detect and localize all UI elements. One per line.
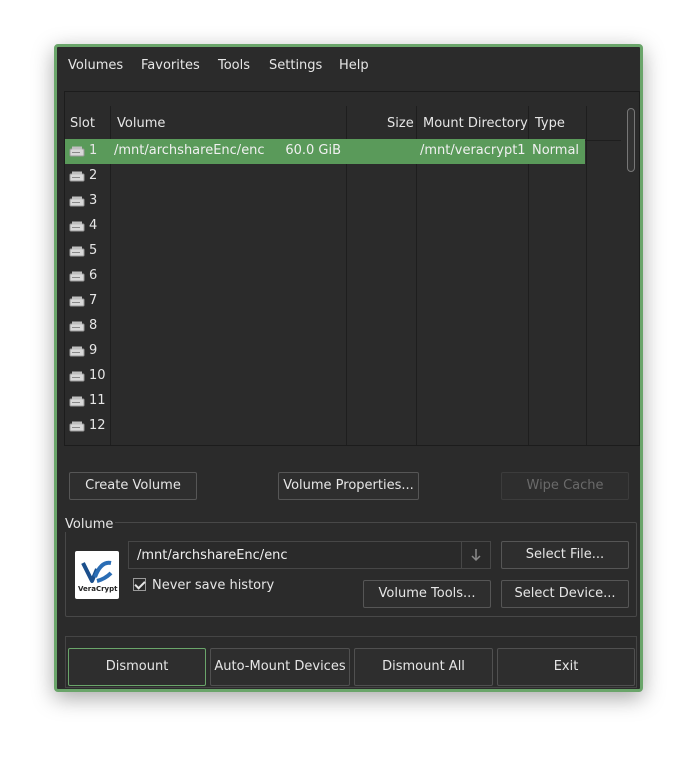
cell-type: Normal [532, 143, 580, 158]
drive-icon [69, 321, 85, 332]
slot-row[interactable]: 6 [65, 264, 585, 289]
header-type[interactable]: Type [535, 116, 565, 131]
slot-number: 6 [89, 268, 98, 283]
slot-number: 7 [89, 293, 98, 308]
select-file-button[interactable]: Select File... [501, 541, 629, 569]
drive-icon [69, 421, 85, 432]
drive-icon [69, 221, 85, 232]
slot-row[interactable]: 1/mnt/archshareEnc/enc 60.0 GiB/mnt/verac… [65, 139, 585, 164]
slot-number: 2 [89, 168, 98, 183]
slot-number: 9 [89, 343, 98, 358]
menu-volumes[interactable]: Volumes [68, 58, 123, 73]
slot-row[interactable]: 12 [65, 414, 585, 439]
slot-number: 10 [89, 368, 106, 383]
volume-tools-button[interactable]: Volume Tools... [363, 580, 491, 608]
menu-tools[interactable]: Tools [218, 58, 250, 73]
volume-group-label: Volume [65, 517, 116, 532]
slot-number: 4 [89, 218, 98, 233]
create-volume-button[interactable]: Create Volume [69, 472, 197, 500]
volume-path-value: /mnt/archshareEnc/enc [137, 548, 288, 563]
slot-number: 12 [89, 418, 106, 433]
cell-mount-dir: /mnt/veracrypt1 [420, 143, 526, 158]
menu-settings[interactable]: Settings [269, 58, 322, 73]
drive-icon [69, 371, 85, 382]
drive-icon [69, 146, 85, 157]
slot-row[interactable]: 9 [65, 339, 585, 364]
cell-size: 60.0 GiB [285, 143, 341, 158]
dismount-button[interactable]: Dismount [68, 648, 206, 686]
slot-row[interactable]: 3 [65, 189, 585, 214]
slot-number: 11 [89, 393, 106, 408]
column-separator [586, 106, 587, 445]
auto-mount-devices-button[interactable]: Auto-Mount Devices [210, 648, 350, 686]
header-mount-directory[interactable]: Mount Directory [423, 116, 528, 131]
slot-number: 8 [89, 318, 98, 333]
select-device-button[interactable]: Select Device... [501, 580, 629, 608]
veracrypt-window: Volumes Favorites Tools Settings Help Sl… [54, 44, 643, 692]
never-save-history-checkbox[interactable] [133, 578, 146, 591]
veracrypt-logo: VeraCrypt [75, 551, 119, 599]
volume-properties-button[interactable]: Volume Properties... [278, 472, 419, 500]
slot-row[interactable]: 2 [65, 164, 585, 189]
menu-favorites[interactable]: Favorites [141, 58, 200, 73]
header-slot[interactable]: Slot [70, 116, 95, 131]
slot-row[interactable]: 8 [65, 314, 585, 339]
slot-row[interactable]: 5 [65, 239, 585, 264]
drive-icon [69, 196, 85, 207]
history-dropdown-icon[interactable] [461, 542, 490, 568]
logo-text: VeraCrypt [78, 585, 118, 593]
slot-row[interactable]: 4 [65, 214, 585, 239]
slot-number: 1 [89, 143, 98, 158]
slot-list[interactable]: Slot Volume Size Mount Directory Type 1/… [64, 91, 640, 446]
volume-path-input[interactable]: /mnt/archshareEnc/enc [128, 541, 491, 569]
menu-bar: Volumes Favorites Tools Settings Help [57, 47, 640, 87]
scrollbar-thumb[interactable] [627, 108, 635, 172]
cell-volume: /mnt/archshareEnc/enc [114, 143, 265, 158]
header-volume[interactable]: Volume [117, 116, 165, 131]
drive-icon [69, 396, 85, 407]
menu-help[interactable]: Help [339, 58, 369, 73]
drive-icon [69, 271, 85, 282]
dismount-all-button[interactable]: Dismount All [354, 648, 493, 686]
drive-icon [69, 346, 85, 357]
drive-icon [69, 296, 85, 307]
drive-icon [69, 246, 85, 257]
slot-row[interactable]: 7 [65, 289, 585, 314]
slot-row[interactable]: 10 [65, 364, 585, 389]
slot-row[interactable]: 11 [65, 389, 585, 414]
slot-number: 5 [89, 243, 98, 258]
slot-number: 3 [89, 193, 98, 208]
never-save-history-label[interactable]: Never save history [152, 578, 274, 593]
exit-button[interactable]: Exit [497, 648, 635, 686]
drive-icon [69, 171, 85, 182]
wipe-cache-button[interactable]: Wipe Cache [501, 472, 629, 500]
header-size[interactable]: Size [387, 116, 414, 131]
